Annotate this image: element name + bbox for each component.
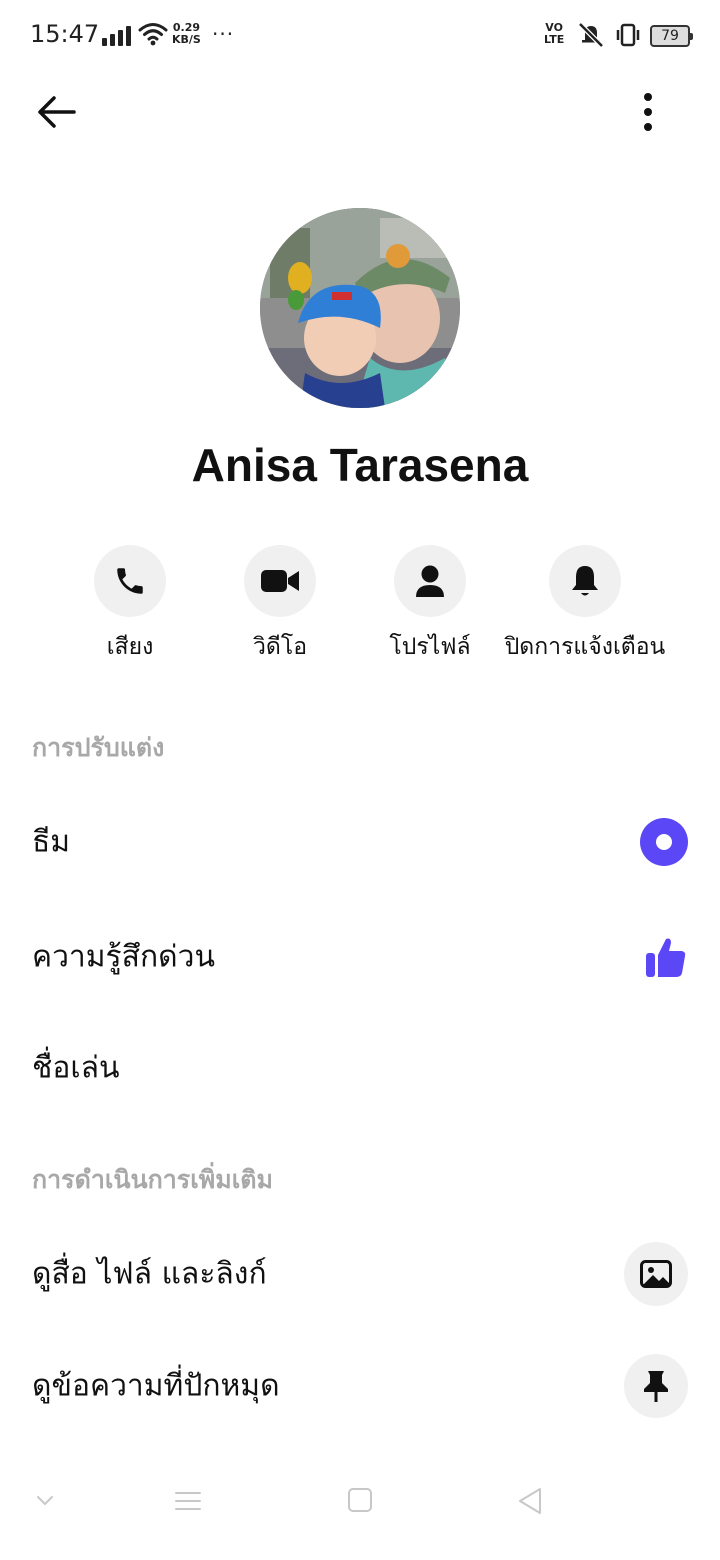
back-button[interactable] bbox=[32, 88, 80, 136]
theme-label: ธีม bbox=[32, 824, 71, 860]
mute-notifications-label: ปิดการแจ้งเตือน bbox=[504, 634, 666, 660]
mute-notifications-button[interactable]: ปิดการแจ้งเตือน bbox=[495, 545, 675, 665]
triangle-back-icon bbox=[519, 1488, 541, 1514]
nav-home-button[interactable] bbox=[344, 1486, 376, 1516]
nav-collapse-button[interactable] bbox=[30, 1486, 60, 1516]
status-bar: 15:47 0.29 KB/S ··· VO LTE 79 bbox=[0, 0, 720, 72]
battery-icon: 79 bbox=[650, 25, 693, 47]
nav-back-button[interactable] bbox=[514, 1486, 546, 1516]
phone-icon bbox=[117, 568, 143, 594]
profile-label: โปรไฟล์ bbox=[389, 634, 471, 660]
nickname-label: ชื่อเล่น bbox=[32, 1050, 120, 1086]
menu-icon bbox=[175, 1492, 201, 1510]
action-buttons: เสียง วิดีโอ โปรไฟล์ ปิดการแจ้งเตือน bbox=[0, 545, 720, 675]
view-media-label: ดูสื่อ ไฟล์ และลิงก์ bbox=[32, 1256, 267, 1292]
quick-reaction-label: ความรู้สึกด่วน bbox=[32, 939, 215, 975]
avatar[interactable] bbox=[260, 208, 460, 408]
pinned-messages-row[interactable]: ดูข้อความที่ปักหมุด bbox=[0, 1336, 720, 1436]
view-media-row[interactable]: ดูสื่อ ไฟล์ และลิงก์ bbox=[0, 1224, 720, 1324]
chevron-down-icon bbox=[37, 1496, 53, 1506]
section-title-more-actions: การดำเนินการเพิ่มเติม bbox=[32, 1165, 273, 1194]
profile-name: Anisa Tarasena bbox=[191, 439, 529, 491]
nav-menu-button[interactable] bbox=[172, 1486, 204, 1516]
thumbs-up-icon bbox=[646, 938, 686, 977]
network-speed: 0.29 KB/S bbox=[172, 21, 201, 46]
pin-icon bbox=[644, 1371, 668, 1402]
person-icon bbox=[416, 565, 444, 597]
image-icon bbox=[640, 1260, 672, 1288]
volte-icon: VO LTE bbox=[544, 21, 565, 46]
more-notifications-icon: ··· bbox=[212, 22, 235, 46]
mute-icon bbox=[576, 20, 606, 54]
more-options-button[interactable] bbox=[624, 88, 672, 136]
wifi-icon bbox=[138, 22, 168, 50]
square-icon bbox=[348, 1488, 372, 1512]
section-title-customization: การปรับแต่ง bbox=[32, 733, 165, 762]
profile-button[interactable]: โปรไฟล์ bbox=[340, 545, 520, 665]
pinned-messages-label: ดูข้อความที่ปักหมุด bbox=[32, 1368, 280, 1404]
vibrate-icon bbox=[613, 20, 643, 54]
quick-reaction-row[interactable]: ความรู้สึกด่วน bbox=[0, 907, 720, 1007]
video-icon bbox=[261, 570, 299, 592]
arrow-left-icon bbox=[38, 96, 76, 128]
theme-color-icon bbox=[640, 818, 688, 866]
video-call-label: วิดีโอ bbox=[252, 634, 308, 660]
bell-icon bbox=[572, 566, 598, 596]
system-navigation-bar bbox=[0, 1460, 720, 1560]
nickname-row[interactable]: ชื่อเล่น bbox=[0, 1018, 720, 1118]
theme-row[interactable]: ธีม bbox=[0, 792, 720, 892]
more-vertical-icon bbox=[644, 93, 652, 131]
audio-call-label: เสียง bbox=[106, 634, 154, 660]
status-time: 15:47 bbox=[30, 20, 100, 48]
signal-icon bbox=[102, 24, 131, 46]
